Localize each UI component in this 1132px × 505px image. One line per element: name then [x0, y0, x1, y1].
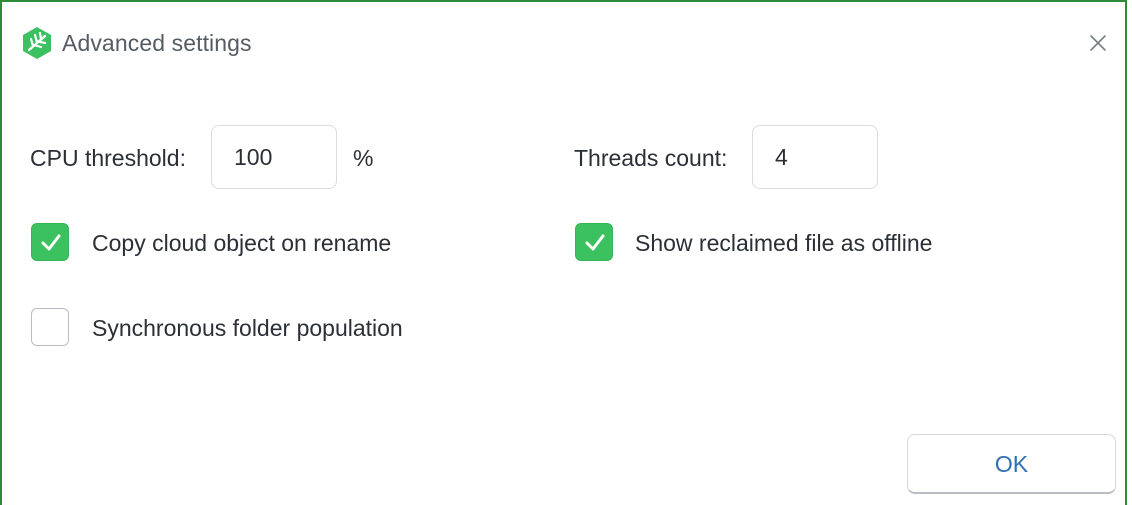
ok-button[interactable]: OK — [907, 434, 1116, 494]
copy-cloud-object-checkbox[interactable] — [31, 223, 69, 261]
copy-cloud-object-label[interactable]: Copy cloud object on rename — [92, 230, 391, 257]
cpu-threshold-label: CPU threshold: — [30, 145, 186, 171]
sync-folder-population-label[interactable]: Synchronous folder population — [92, 315, 403, 342]
checkmark-icon — [41, 234, 61, 251]
show-reclaimed-offline-label[interactable]: Show reclaimed file as offline — [635, 230, 932, 257]
sync-folder-population-checkbox[interactable] — [31, 308, 69, 346]
threads-count-label: Threads count: — [574, 145, 728, 171]
cpu-threshold-input[interactable]: 100 — [211, 125, 337, 189]
checkmark-icon — [585, 234, 605, 251]
threads-count-input[interactable]: 4 — [752, 125, 878, 189]
leaf-logo-icon — [20, 26, 54, 60]
close-icon[interactable] — [1085, 30, 1111, 56]
window-title: Advanced settings — [62, 30, 252, 56]
title-bar: Advanced settings — [2, 2, 1125, 84]
advanced-settings-dialog: Advanced settings CPU threshold: 100 % T… — [0, 0, 1127, 505]
show-reclaimed-offline-checkbox[interactable] — [575, 223, 613, 261]
cpu-threshold-unit: % — [353, 145, 374, 171]
